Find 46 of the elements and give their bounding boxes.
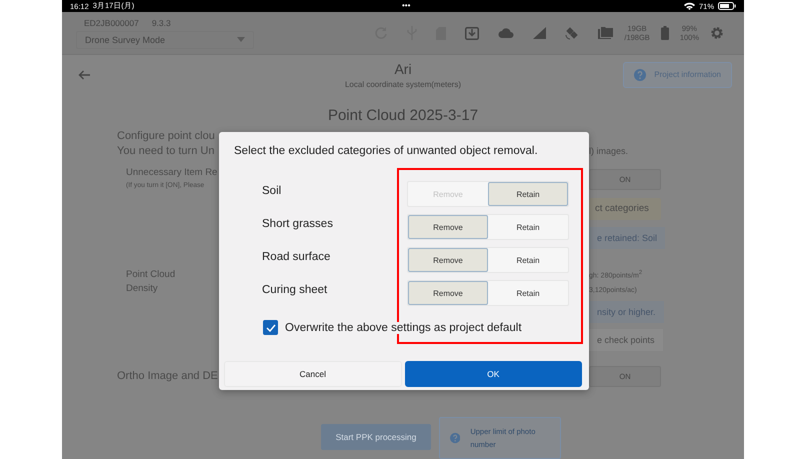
checkmark-icon (266, 324, 276, 332)
category-label: Curing sheet (262, 284, 328, 296)
info-note: e retained: Soil (589, 226, 666, 249)
page-title: Point Cloud 2025-3-17 (326, 106, 480, 126)
cancel-button[interactable]: Cancel (224, 361, 402, 387)
segment-option[interactable]: Remove (408, 281, 488, 305)
setting-label: Ortho Image and DE (117, 369, 219, 384)
segment-option[interactable]: Remove (408, 248, 488, 272)
coordinate-system: Local coordinate system(meters) (344, 80, 462, 89)
setting-label: Point Cloud (126, 268, 176, 282)
segment-option[interactable]: Remove (408, 215, 488, 239)
folder-icon[interactable] (598, 27, 614, 40)
segment-option[interactable]: Retain (488, 182, 568, 206)
battery-icon (660, 26, 669, 40)
back-arrow-icon[interactable] (78, 70, 90, 80)
checkbox-label: Overwrite the above settings as project default (285, 322, 522, 334)
cloud-icon[interactable] (498, 28, 514, 38)
battery-icon (718, 2, 736, 10)
setting-text: l) images. (589, 144, 628, 158)
help-icon (634, 68, 646, 81)
help-icon (450, 432, 460, 444)
category-label: Soil (262, 185, 282, 197)
checkbox[interactable] (263, 320, 278, 335)
app-version: 9.3.3 (152, 18, 171, 28)
download-icon[interactable] (465, 26, 480, 40)
info-note: nsity or higher. (589, 300, 664, 323)
setting-label: Unnecessary Item Re (126, 166, 218, 180)
settings-icon[interactable] (710, 26, 724, 40)
caret-icon (237, 37, 245, 42)
segment-option[interactable]: Retain (488, 281, 568, 305)
ok-button[interactable]: OK (404, 361, 582, 387)
signal-icon[interactable] (533, 27, 546, 40)
category-label: Road surface (262, 251, 332, 263)
device-serial: ED2JB000007 (84, 18, 139, 28)
category-label: Short grasses (262, 218, 334, 230)
setting-label: Configure point clou (117, 129, 216, 144)
project-title: Ari (394, 60, 412, 77)
setting-label: You need to turn Un (117, 144, 216, 158)
multitask-dots[interactable]: ••• (402, 1, 410, 10)
segment-option[interactable]: Retain (488, 248, 568, 272)
setting-label: Density (126, 282, 159, 296)
satellite-icon[interactable] (565, 26, 580, 40)
wifi-icon (684, 2, 695, 10)
info-note: e check points (589, 328, 663, 351)
dialog-title: Select the excluded categories of unwanted object removal. (233, 144, 539, 157)
segment-option[interactable]: Retain (488, 215, 568, 239)
